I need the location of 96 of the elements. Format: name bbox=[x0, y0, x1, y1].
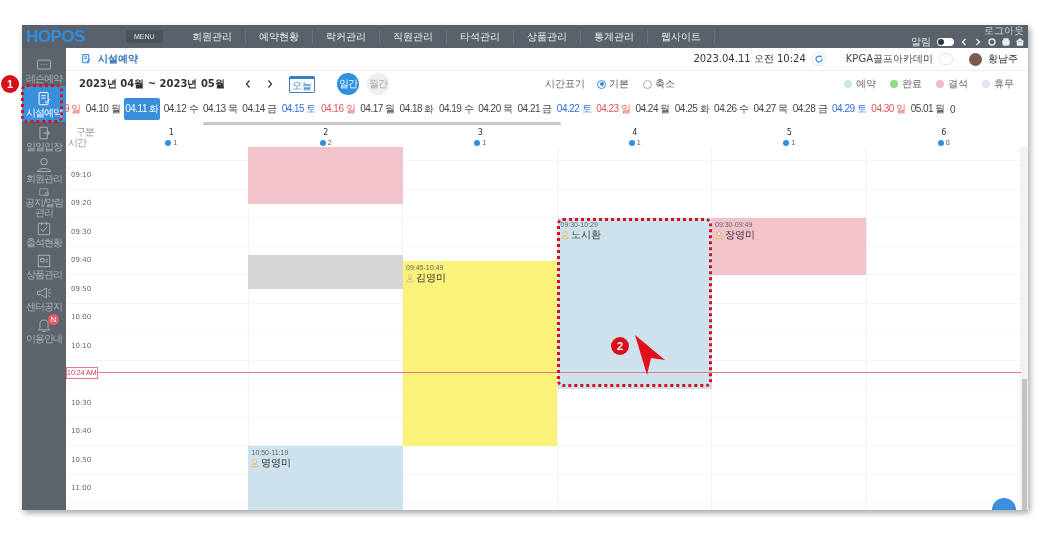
person-icon bbox=[406, 273, 414, 282]
bay-number: 4 bbox=[632, 128, 638, 138]
radio-label: 축소 bbox=[655, 77, 676, 91]
bay-number: 5 bbox=[786, 128, 792, 138]
back-icon[interactable] bbox=[960, 37, 968, 46]
date-tab[interactable]: 04.12 수 bbox=[162, 98, 200, 120]
sidebar-label: 시설예약 bbox=[26, 108, 62, 118]
nav-menu-item[interactable]: 직원관리 bbox=[379, 29, 447, 44]
nav-menu-item[interactable]: 회원관리 bbox=[178, 29, 246, 44]
date-tab[interactable]: 04.14 금 bbox=[241, 98, 278, 120]
member-name: 명영미 bbox=[261, 457, 292, 469]
date-tab[interactable]: 04.22 토 bbox=[555, 98, 593, 120]
date-tab[interactable]: 04.16 일 bbox=[319, 98, 357, 120]
center-name: KPGA골프아카데미 bbox=[845, 52, 933, 66]
sidebar-label: 레슨예약 bbox=[26, 74, 62, 84]
member-name: 장영미 bbox=[725, 229, 755, 241]
sidebar-label: 출석현황 bbox=[26, 238, 62, 248]
time-display-label: 시간표기 bbox=[545, 77, 586, 91]
megaphone-icon bbox=[35, 284, 53, 302]
person-icon bbox=[560, 231, 569, 239]
nav-menu-item[interactable]: 통계관리 bbox=[580, 29, 648, 44]
reservation-icon bbox=[80, 53, 92, 65]
print-icon[interactable] bbox=[1002, 37, 1010, 46]
date-tab[interactable]: 04.24 월 bbox=[634, 98, 671, 120]
nav-menu-item[interactable]: 웹사이트 bbox=[647, 29, 715, 44]
view-toggle[interactable]: 일간 bbox=[336, 73, 359, 95]
date-tab[interactable]: 04.20 목 bbox=[477, 98, 514, 120]
app-logo: HOPOS bbox=[25, 26, 86, 47]
sidebar-label: 공지/알림관리 bbox=[24, 198, 64, 218]
sidebar-label: 센터공지 bbox=[26, 302, 62, 312]
sidebar-label: 이용안내 bbox=[26, 334, 62, 344]
sidebar-item[interactable]: 회원관리 bbox=[22, 154, 66, 186]
notification-badge: N bbox=[48, 314, 59, 325]
nav-menu-item[interactable]: 락커관리 bbox=[312, 29, 380, 44]
legend-label: 결석 bbox=[948, 77, 968, 91]
chevron-right-icon bbox=[266, 80, 273, 88]
highlight-frame bbox=[21, 84, 63, 123]
date-tab[interactable]: 9 일 bbox=[63, 98, 82, 120]
legend-label: 휴무 bbox=[994, 77, 1014, 91]
alarm-toggle[interactable] bbox=[937, 37, 954, 46]
column-header-label: 구분 bbox=[76, 127, 94, 137]
date-tab[interactable]: 04.26 수 bbox=[713, 98, 750, 120]
nav-menu-item[interactable]: 상품관리 bbox=[513, 29, 581, 44]
date-tab[interactable]: 04.10 월 bbox=[84, 98, 122, 120]
page-title: 시설예약 bbox=[98, 52, 138, 66]
vertical-scrollbar[interactable] bbox=[1021, 147, 1028, 510]
sidebar-item[interactable]: N 이용안내 bbox=[22, 314, 66, 346]
legend-label: 예약 bbox=[856, 77, 876, 91]
date-tab[interactable]: 0 bbox=[948, 99, 957, 119]
home-icon[interactable] bbox=[1016, 37, 1024, 46]
calendar-check-icon bbox=[35, 220, 53, 238]
current-datetime: 2023.04.11 오전 10:24 bbox=[693, 52, 806, 66]
date-tab[interactable]: 04.13 목 bbox=[202, 98, 239, 120]
date-tab[interactable]: 04.15 토 bbox=[280, 98, 317, 120]
alarm-label: 알림 bbox=[911, 36, 931, 47]
nav-menu-item[interactable]: 타석관리 bbox=[446, 29, 514, 44]
cursor-arrow-icon bbox=[633, 334, 667, 376]
date-tab[interactable]: 04.28 금 bbox=[791, 98, 829, 120]
person-icon bbox=[35, 156, 53, 174]
ticket-icon bbox=[35, 252, 53, 270]
date-tab[interactable]: 04.25 화 bbox=[673, 98, 711, 120]
bay-number: 1 bbox=[168, 128, 174, 138]
person-icon bbox=[715, 231, 723, 239]
step-badge: 1 bbox=[1, 75, 19, 93]
date-tab[interactable]: 04.11 화 bbox=[124, 98, 160, 120]
bay-number: 2 bbox=[323, 128, 329, 138]
date-tab[interactable]: 04.17 월 bbox=[359, 98, 396, 120]
date-tab[interactable]: 04.29 토 bbox=[831, 98, 868, 120]
refresh-icon[interactable] bbox=[988, 37, 996, 46]
sidebar-label: 일일입장 bbox=[26, 142, 62, 152]
nav-menu-item[interactable]: 예약현황 bbox=[245, 29, 313, 44]
member-name: 노시환 bbox=[570, 229, 601, 241]
clipboard-check-icon bbox=[35, 90, 53, 108]
date-tab[interactable]: 04.23 일 bbox=[595, 98, 632, 120]
date-tab[interactable]: 04.19 수 bbox=[437, 98, 475, 120]
bay-number: 6 bbox=[941, 128, 947, 138]
sidebar-label: 상품관리 bbox=[26, 270, 62, 280]
radio-label: 기본 bbox=[609, 77, 630, 91]
date-tab[interactable]: 04.30 일 bbox=[870, 98, 907, 120]
legend-label: 완료 bbox=[902, 77, 922, 91]
chevron-left-icon bbox=[244, 80, 251, 88]
person-icon bbox=[251, 459, 260, 467]
today-button[interactable]: 오늘 bbox=[288, 75, 315, 93]
date-tab[interactable]: 05.01 월 bbox=[909, 98, 946, 120]
sidebar-label: 회원관리 bbox=[26, 174, 62, 184]
user-avatar[interactable] bbox=[969, 52, 982, 66]
forward-icon[interactable] bbox=[974, 37, 982, 46]
logout-link[interactable]: 로그아웃 bbox=[984, 25, 1024, 36]
user-name: 황남주 bbox=[988, 52, 1018, 66]
row-header-label: 시간 bbox=[68, 138, 86, 148]
member-name: 김영미 bbox=[416, 271, 446, 284]
date-range: 2023년 04월 ~ 2023년 05월 bbox=[79, 77, 225, 91]
date-tab[interactable]: 04.18 화 bbox=[398, 98, 435, 120]
date-tab[interactable]: 04.27 목 bbox=[752, 98, 789, 120]
date-tab[interactable]: 04.21 금 bbox=[516, 98, 553, 120]
bay-number: 3 bbox=[477, 128, 483, 138]
